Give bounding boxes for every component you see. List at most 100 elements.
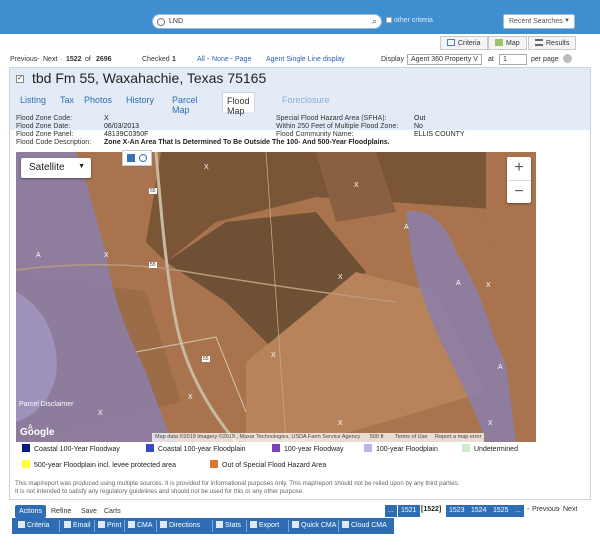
flood-map[interactable]: 55 55 55 X X X X X X X X X X A A A A A S… <box>16 152 536 442</box>
gear-icon[interactable] <box>563 54 572 63</box>
tab-criteria[interactable]: Criteria <box>440 36 488 50</box>
flood-key: Flood Zone Code: <box>16 115 73 122</box>
toolbar-cma[interactable]: CMA <box>128 521 153 529</box>
search-input[interactable]: LND ⌕ <box>152 14 382 29</box>
page-link[interactable]: 1524 <box>468 505 490 517</box>
pager-ellipsis[interactable]: ... <box>385 505 397 517</box>
prev-link-sep: - <box>527 506 530 513</box>
map-type-dropdown[interactable]: Satellite ▼ <box>21 158 91 178</box>
search-type-icon <box>157 18 165 26</box>
legend-item: 100-year Floodplain <box>364 444 438 453</box>
toolbar-divider <box>338 520 339 532</box>
page-size-select[interactable]: 1 <box>499 54 527 65</box>
display-select[interactable]: Agent 360 Property V <box>407 54 482 65</box>
flood-value: 06/03/2013 <box>104 123 140 130</box>
tab-results[interactable]: Results <box>528 36 577 50</box>
total-count: 2696 <box>96 56 112 63</box>
zone-x-marker: X <box>98 410 103 417</box>
toolbar-export[interactable]: Export <box>250 521 279 529</box>
report-error-link[interactable]: Report a map error <box>435 434 481 440</box>
nav-dot: · <box>60 56 63 63</box>
flood-value-2: No <box>414 123 423 130</box>
toolbar-directions[interactable]: Directions <box>160 521 200 529</box>
tab-foreclosure[interactable]: Foreclosure <box>278 92 334 108</box>
pager-sep: - <box>558 506 561 513</box>
tab-parcel-map[interactable]: Parcel Map <box>168 92 202 118</box>
page-link[interactable]: 1523 <box>446 505 468 517</box>
legend-item: 500-year Floodplain incl. levee protecte… <box>22 460 176 469</box>
refine-button[interactable]: Refine <box>47 505 75 518</box>
save-button[interactable]: Save <box>77 505 101 518</box>
email-icon <box>64 521 71 528</box>
terms-link[interactable]: Terms of Use <box>395 434 427 440</box>
results-icon <box>535 39 543 46</box>
tab-listing[interactable]: Listing <box>16 92 50 108</box>
zoom-out-button[interactable]: − <box>507 180 531 203</box>
zoom-in-button[interactable]: + <box>507 157 531 180</box>
page-link[interactable]: 1521 <box>398 505 420 517</box>
legend-item: Out of Special Flood Hazard Area <box>210 460 326 469</box>
actions-bar: Actions Refine Save Carts ... 1521 [1522… <box>15 505 585 519</box>
next-link[interactable]: Next <box>43 56 57 63</box>
previous-link[interactable]: Previous <box>10 56 37 63</box>
road-label: 55 <box>149 188 157 194</box>
zone-x-marker: X <box>488 420 493 427</box>
recent-searches-dropdown[interactable]: Recent Searches ▼ <box>503 14 575 29</box>
map-type-label: Satellite <box>29 162 65 173</box>
toolbar-label: Directions <box>169 522 201 529</box>
recent-searches-label: Recent Searches <box>509 18 563 25</box>
carts-button[interactable]: Carts <box>100 505 125 518</box>
tab-photos[interactable]: Photos <box>80 92 116 108</box>
sep-1: - <box>207 56 210 63</box>
other-criteria-checkbox[interactable] <box>386 17 392 24</box>
tab-history[interactable]: History <box>122 92 158 108</box>
toolbar-criteria[interactable]: Criteria <box>18 521 50 529</box>
tab-flood-map[interactable]: Flood Map <box>222 92 255 116</box>
toolbar-cloud-cma[interactable]: Cloud CMA <box>342 521 387 529</box>
select-page-link[interactable]: Page <box>235 56 251 63</box>
toolbar-quick-cma[interactable]: Quick CMA <box>292 521 336 529</box>
page-link[interactable]: 1525 <box>490 505 512 517</box>
tab-map[interactable]: Map <box>488 36 527 50</box>
quick-cma-icon <box>292 521 299 528</box>
crosshair-icon[interactable] <box>139 154 147 162</box>
toolbar-email[interactable]: Email <box>64 521 91 529</box>
toolbar-print[interactable]: Print <box>98 521 121 529</box>
listing-checkbox[interactable]: ✓ <box>16 75 24 83</box>
magnifier-icon[interactable]: ⌕ <box>372 16 377 27</box>
legend-label: Coastal 100-year Floodplain <box>158 446 246 453</box>
zone-a-marker: A <box>404 224 409 231</box>
toolbar-label: Stats <box>225 522 241 529</box>
tab-criteria-label: Criteria <box>458 40 481 47</box>
print-icon[interactable] <box>127 154 135 162</box>
directions-icon <box>160 521 167 528</box>
google-logo: Google <box>20 427 55 438</box>
pager-next-link[interactable]: Next <box>563 506 577 513</box>
tab-tax[interactable]: Tax <box>56 92 78 108</box>
flood-value-2: ELLIS COUNTY <box>414 131 465 138</box>
parcel-disclaimer[interactable]: Parcel Disclaimer <box>19 401 73 408</box>
other-criteria-toggle[interactable]: other criteria <box>386 17 433 24</box>
zone-a-marker: A <box>498 364 503 371</box>
sep-2: - <box>230 56 233 63</box>
select-all-link[interactable]: All <box>197 56 205 63</box>
select-none-link[interactable]: None <box>212 56 229 63</box>
cma-icon <box>128 521 135 528</box>
pager-previous-link[interactable]: Previous <box>532 506 559 513</box>
legend-label: Out of Special Flood Hazard Area <box>222 462 327 469</box>
legend-item: Coastal 100-Year Floodway <box>22 444 120 453</box>
map-disclaimer-note: This map/report was produced using multi… <box>15 480 585 496</box>
single-line-link[interactable]: Agent Single Line display <box>266 56 345 63</box>
toolbar-stats[interactable]: Stats <box>216 521 241 529</box>
tab-map-label: Map <box>506 40 520 47</box>
zone-x-marker: X <box>338 420 343 427</box>
pager-ellipsis-end[interactable]: ... <box>512 505 524 517</box>
flood-value-2: Out <box>414 115 426 122</box>
toolbar-label: Email <box>73 522 91 529</box>
tab-results-label: Results <box>546 40 570 47</box>
chevron-down-icon: ▼ <box>564 18 570 24</box>
search-value: LND <box>169 18 184 25</box>
checked-count: 1 <box>172 56 176 63</box>
actions-button[interactable]: Actions <box>15 505 46 518</box>
legend-item: Undetermined <box>462 444 518 453</box>
